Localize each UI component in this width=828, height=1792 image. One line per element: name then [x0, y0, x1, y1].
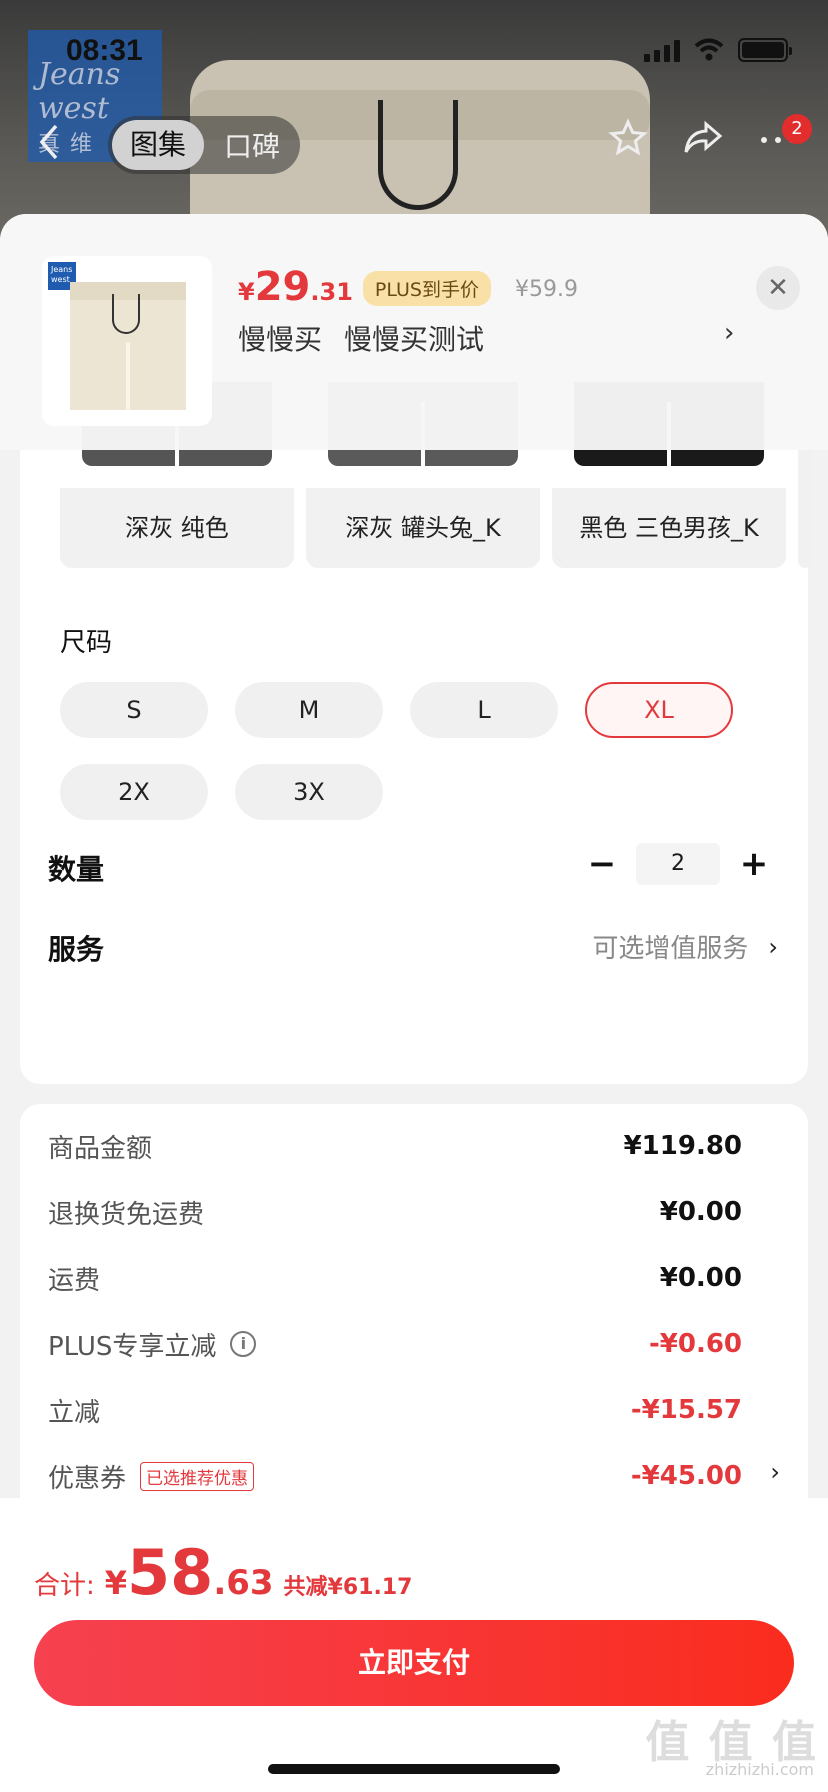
status-icons — [644, 38, 792, 62]
breakdown-value: ¥0.00 — [659, 1197, 742, 1227]
checkout-bar: 合计: ¥ 58 .63 共减¥61.17 立即支付 值 值 值 zhizhiz… — [0, 1498, 828, 1792]
breakdown-value: -¥45.00 — [630, 1461, 742, 1491]
tab-gallery[interactable]: 图集 — [112, 120, 204, 170]
service-value: 可选增值服务 — [592, 934, 749, 964]
breakdown-value: -¥0.60 — [648, 1329, 742, 1359]
plus-discount-label: PLUS专享立减 — [48, 1331, 217, 1362]
breakdown-label: 退换货免运费 — [48, 1199, 205, 1230]
breakdown-label: 运费 — [48, 1265, 101, 1296]
price-row: ¥ 29 .31 PLUS到手价 ¥59.9 — [238, 264, 578, 310]
quantity-stepper: − 2 + — [584, 843, 772, 885]
close-button[interactable]: ✕ — [756, 266, 800, 310]
info-icon[interactable]: i — [230, 1331, 257, 1357]
tab-reviews[interactable]: 口碑 — [204, 125, 300, 165]
total-integer: 58 — [127, 1536, 214, 1609]
media-tab-switcher: 图集 口碑 — [108, 116, 300, 174]
chevron-right-icon[interactable]: › — [770, 1458, 780, 1486]
coupon-label: 优惠券 — [48, 1463, 127, 1494]
breakdown-value: ¥119.80 — [623, 1131, 742, 1161]
sheet-header: Jeans west ¥ 29 .31 PLUS到手价 ¥59.9 慢慢买 慢慢… — [0, 214, 828, 450]
breakdown-row: 退换货免运费 ¥0.00 — [48, 1192, 742, 1232]
product-tag: 慢慢买 — [238, 323, 323, 356]
recommended-coupon-tag: 已选推荐优惠 — [140, 1461, 255, 1491]
breakdown-value: -¥15.57 — [630, 1395, 742, 1425]
plus-price-tag: PLUS到手价 — [362, 271, 491, 306]
color-option-label: 深灰 罐头兔_K — [345, 514, 501, 542]
back-button[interactable] — [36, 122, 60, 172]
breakdown-row: 商品金额 ¥119.80 — [48, 1126, 742, 1166]
watermark-url: zhizhizhi.com — [705, 1760, 814, 1779]
battery-icon — [738, 38, 792, 62]
pay-now-button[interactable]: 立即支付 — [34, 1620, 794, 1706]
spec-card: 深灰 纯色 深灰 罐头兔_K 黑色 三色男孩_K 尺码 S M L XL 2X … — [20, 364, 812, 1084]
wifi-icon — [694, 38, 724, 61]
breakdown-row: 立减 -¥15.57 — [48, 1390, 742, 1430]
chevron-right-icon[interactable]: › — [724, 318, 734, 348]
cellular-signal-icon — [644, 38, 680, 62]
notification-badge: 2 — [782, 114, 812, 144]
breakdown-label: 立减 — [48, 1397, 101, 1428]
price-decimal: .31 — [310, 278, 353, 306]
service-selector[interactable]: 可选增值服务 › — [592, 928, 778, 965]
home-indicator[interactable] — [268, 1764, 560, 1774]
original-price: ¥59.9 — [514, 277, 578, 302]
chevron-left-icon — [39, 124, 58, 160]
product-thumbnail[interactable]: Jeans west — [42, 256, 212, 426]
price-breakdown-card: 商品金额 ¥119.80 退换货免运费 ¥0.00 运费 ¥0.00 PLUS专… — [20, 1104, 808, 1504]
price-integer: 29 — [254, 264, 311, 310]
size-option-m[interactable]: M — [235, 682, 383, 738]
size-title: 尺码 — [60, 628, 113, 658]
product-tag: 慢慢买测试 — [344, 323, 485, 356]
breakdown-row: PLUS专享立减 i -¥0.60 — [48, 1324, 742, 1364]
size-option-l[interactable]: L — [410, 682, 558, 738]
status-time: 08:31 — [66, 34, 143, 67]
nav-actions — [608, 118, 798, 158]
product-tags[interactable]: 慢慢买 慢慢买测试 — [238, 318, 484, 358]
breakdown-label: 商品金额 — [48, 1133, 153, 1164]
quantity-label: 数量 — [48, 853, 105, 886]
total-label: 合计: — [34, 1571, 95, 1601]
total-decimal: .63 — [213, 1563, 274, 1603]
size-option-2x[interactable]: 2X — [60, 764, 208, 820]
order-total: 合计: ¥ 58 .63 共减¥61.17 — [34, 1536, 412, 1609]
share-icon[interactable] — [682, 118, 724, 158]
service-label: 服务 — [48, 933, 105, 966]
quantity-plus-button[interactable]: + — [736, 844, 772, 884]
purchase-sheet: Jeans west ¥ 29 .31 PLUS到手价 ¥59.9 慢慢买 慢慢… — [0, 214, 828, 1792]
chevron-right-icon: › — [768, 932, 778, 961]
size-option-3x[interactable]: 3X — [235, 764, 383, 820]
color-option-label: 黑色 三色男孩_K — [579, 514, 759, 542]
price-symbol: ¥ — [238, 278, 255, 306]
quantity-minus-button[interactable]: − — [584, 844, 620, 884]
size-option-xl-selected[interactable]: XL — [585, 682, 733, 738]
breakdown-value: ¥0.00 — [659, 1263, 742, 1293]
total-savings: 共减¥61.17 — [283, 1575, 413, 1600]
breakdown-label: 优惠券 已选推荐优惠 — [48, 1458, 255, 1495]
breakdown-label: PLUS专享立减 i — [48, 1326, 257, 1363]
brand-logo-line2: west — [38, 91, 109, 126]
coupon-row[interactable]: 优惠券 已选推荐优惠 -¥45.00 — [48, 1456, 742, 1496]
quantity-input[interactable]: 2 — [636, 843, 720, 885]
total-symbol: ¥ — [104, 1564, 128, 1602]
breakdown-row: 运费 ¥0.00 — [48, 1258, 742, 1298]
star-icon[interactable] — [608, 118, 648, 158]
close-icon: ✕ — [767, 273, 789, 303]
color-option-label: 深灰 纯色 — [125, 514, 229, 542]
size-option-s[interactable]: S — [60, 682, 208, 738]
